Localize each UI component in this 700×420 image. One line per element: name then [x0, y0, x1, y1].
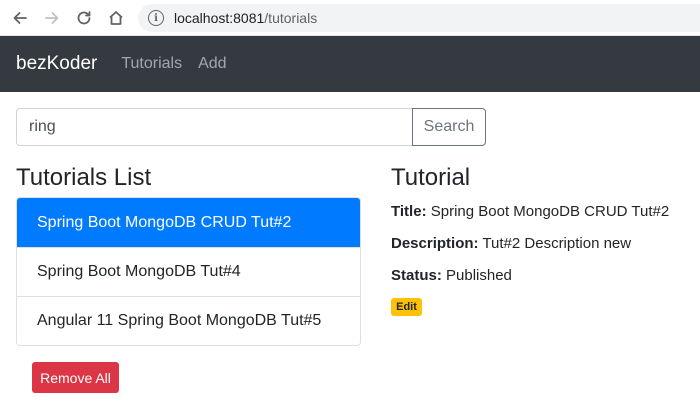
tutorials-list: Spring Boot MongoDB CRUD Tut#2 Spring Bo…: [16, 197, 361, 346]
detail-title-label: Title:: [391, 203, 427, 220]
search-input[interactable]: [16, 108, 413, 146]
detail-status-value: Published: [446, 267, 512, 284]
detail-title-row: Title: Spring Boot MongoDB CRUD Tut#2: [391, 203, 669, 220]
back-arrow-icon[interactable]: [8, 6, 32, 30]
reload-icon[interactable]: [72, 6, 96, 30]
info-icon[interactable]: i: [148, 10, 164, 26]
home-icon[interactable]: [104, 6, 128, 30]
detail-description-value: Tut#2 Description new: [482, 235, 632, 252]
browser-toolbar: i localhost:8081/tutorials: [0, 0, 700, 36]
detail-description-row: Description: Tut#2 Description new: [391, 235, 631, 252]
address-bar[interactable]: i localhost:8081/tutorials: [138, 4, 700, 32]
list-item[interactable]: Spring Boot MongoDB CRUD Tut#2: [17, 198, 360, 247]
tutorial-detail-heading: Tutorial: [391, 164, 471, 191]
edit-badge-link[interactable]: Edit: [391, 298, 422, 316]
nav-link-add[interactable]: Add: [198, 55, 226, 73]
url-host: localhost:8081: [174, 10, 265, 26]
search-button[interactable]: Search: [412, 108, 486, 146]
list-item[interactable]: Angular 11 Spring Boot MongoDB Tut#5: [17, 296, 360, 345]
brand-link[interactable]: bezKoder: [16, 53, 97, 75]
tutorials-list-heading: Tutorials List: [16, 164, 152, 191]
detail-status-row: Status: Published: [391, 267, 512, 284]
forward-arrow-icon[interactable]: [40, 6, 64, 30]
detail-description-label: Description:: [391, 235, 479, 252]
detail-status-label: Status:: [391, 267, 442, 284]
detail-title-value: Spring Boot MongoDB CRUD Tut#2: [430, 203, 670, 220]
app-navbar: bezKoder Tutorials Add: [0, 36, 700, 92]
list-item[interactable]: Spring Boot MongoDB Tut#4: [17, 247, 360, 296]
url-path: /tutorials: [264, 10, 318, 26]
remove-all-button[interactable]: Remove All: [32, 362, 119, 393]
url-text: localhost:8081/tutorials: [174, 10, 317, 26]
nav-link-tutorials[interactable]: Tutorials: [121, 55, 182, 73]
